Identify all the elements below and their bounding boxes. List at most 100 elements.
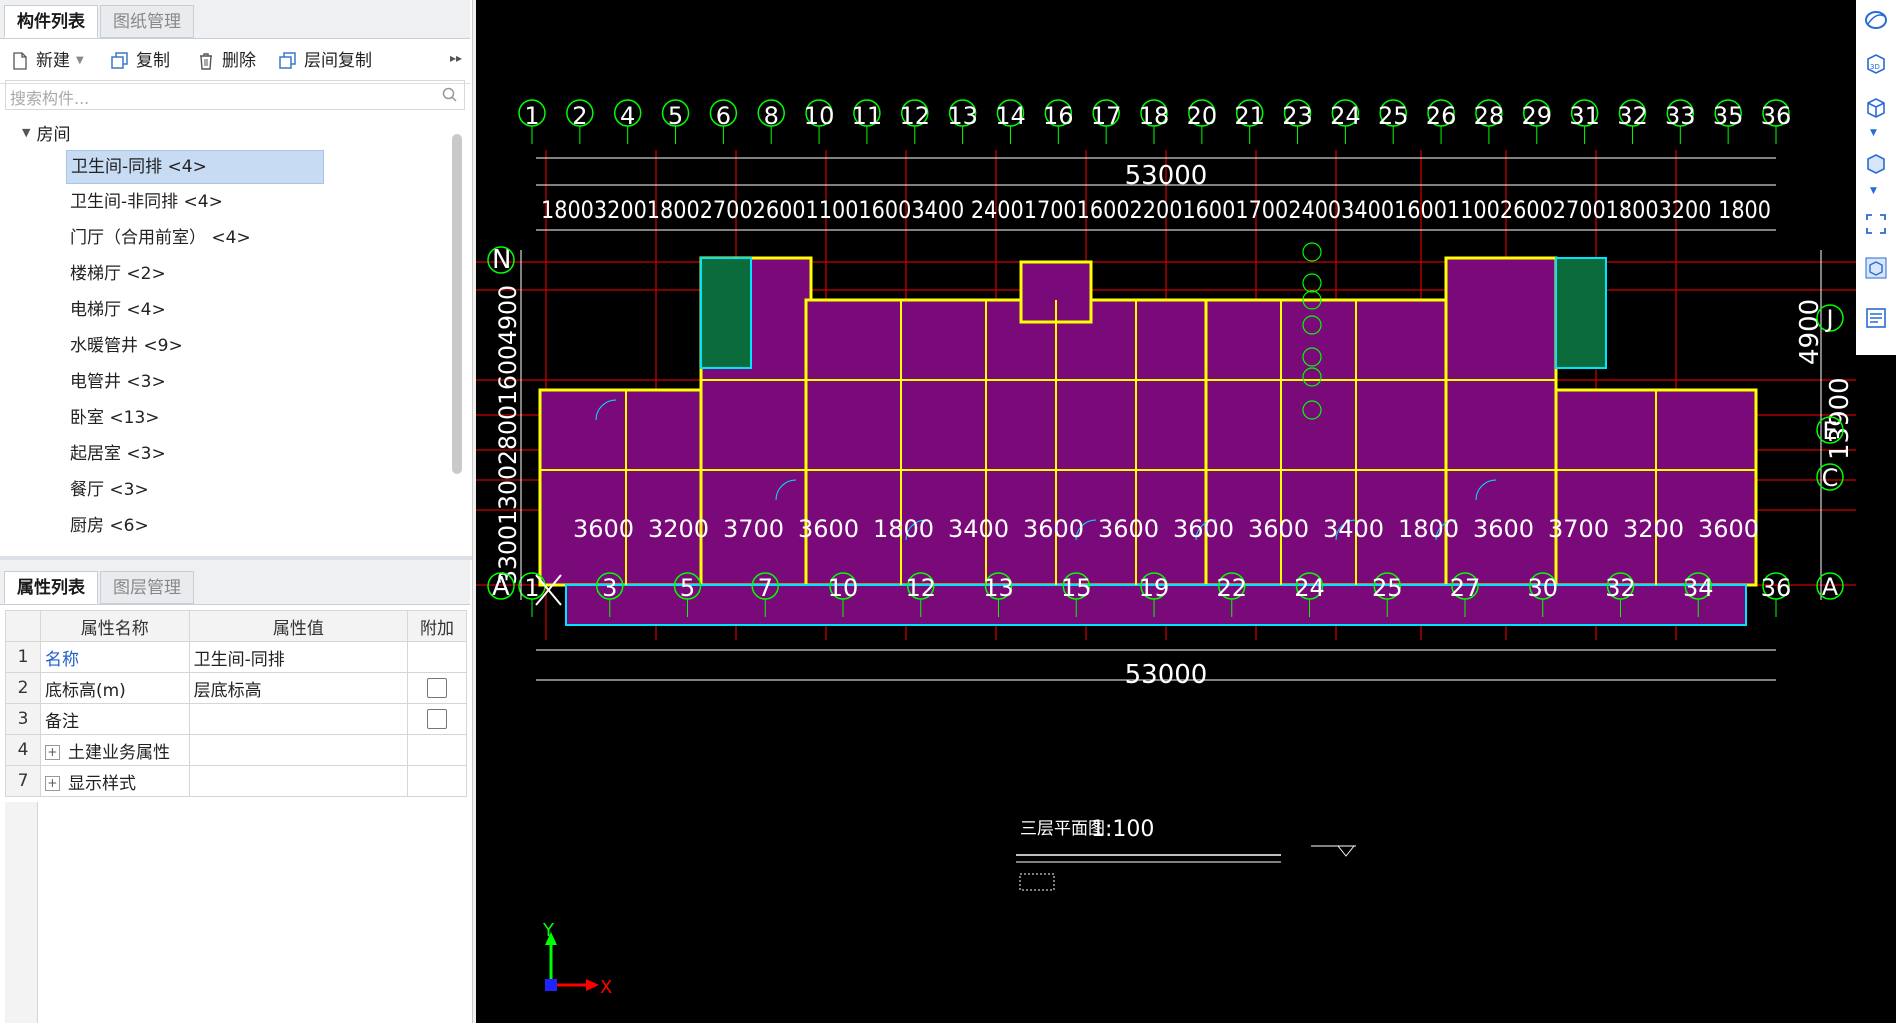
table-row[interactable]: 1 名称 卫生间-同排 (5, 641, 467, 673)
floor-plan-drawing[interactable]: 53000 18003200180027002600110016003400 2… (476, 0, 1856, 1023)
cube-icon[interactable] (1864, 96, 1888, 120)
top-axis-label: 31 (1569, 102, 1600, 130)
bottom-axis-label: 25 (1372, 574, 1403, 602)
bottom-axis-label: 5 (680, 574, 695, 602)
row-name: 显示样式 (67, 773, 136, 794)
top-dimensions: 53000 18003200180027002600110016003400 2… (536, 157, 1776, 231)
view-toolbar-panel: 3D ▼ ▼ (1856, 0, 1896, 355)
property-value-header: 属性值 (188, 610, 409, 642)
bottom-axis-label: 36 (1761, 574, 1792, 602)
right-axis-label: J (1824, 305, 1833, 333)
fullscreen-icon[interactable] (1864, 212, 1888, 236)
bottom-dimension-label: 3200 (1623, 515, 1684, 543)
drawing-canvas[interactable]: 53000 18003200180027002600110016003400 2… (476, 0, 1856, 1023)
top-axis-label: 11 (852, 102, 883, 130)
component-tabs: 构件列表 图纸管理 (0, 0, 470, 39)
row-extra (407, 765, 467, 797)
tree-item-foyer[interactable]: 门厅（合用前室） <4> (66, 222, 255, 254)
bottom-axis-label: 10 (828, 574, 859, 602)
top-axis-label: 28 (1474, 102, 1505, 130)
ucs-icon: Y X (542, 920, 612, 998)
row-index: 4 (5, 734, 41, 766)
expand-plus-icon[interactable]: + (44, 745, 60, 760)
top-axis-label: 25 (1378, 102, 1409, 130)
toolbar-overflow-icon[interactable]: ▸▸ (450, 51, 462, 65)
bottom-dimension-label: 1800 (873, 515, 934, 543)
search-input[interactable]: 搜索构件... (5, 80, 465, 110)
tree-root-room[interactable]: ▼ 房间 (22, 120, 70, 145)
cube-blue-icon[interactable] (1864, 152, 1888, 176)
bottom-dimension-label: 3200 (648, 515, 709, 543)
top-axis-label: 13 (947, 102, 978, 130)
table-row[interactable]: 3 备注 (5, 703, 467, 735)
table-row[interactable]: 2 底标高(m) 层底标高 (5, 672, 467, 704)
3d-view-icon[interactable]: 3D (1864, 52, 1888, 76)
row-name: 土建业务属性 (67, 742, 170, 763)
bottom-dimension-label: 3700 (1548, 515, 1609, 543)
tree-item-stair-hall[interactable]: 楼梯厅 <2> (66, 258, 170, 290)
row-value[interactable]: 卫生间-同排 (188, 641, 409, 673)
expand-plus-icon[interactable]: + (44, 776, 60, 791)
bottom-axis-label: 34 (1683, 574, 1714, 602)
table-row[interactable]: 4 + 土建业务属性 (5, 734, 467, 766)
tab-layer-management[interactable]: 图层管理 (100, 571, 194, 604)
tab-property-list[interactable]: 属性列表 (4, 571, 98, 604)
row-value[interactable]: 层底标高 (188, 672, 409, 704)
row-index-gutter (5, 802, 38, 1023)
properties-table: 属性名称 属性值 附加 1 名称 卫生间-同排 2 底标高(m) 层底标高 3 … (5, 610, 467, 797)
row-index: 1 (5, 641, 41, 673)
floor-copy-button[interactable]: 层间复制 (278, 47, 372, 75)
row-value[interactable] (188, 703, 409, 735)
extra-header: 附加 (407, 610, 467, 642)
properties-tabs: 属性列表 图层管理 (0, 560, 470, 605)
tree-item-kitchen[interactable]: 厨房 <6> (66, 510, 153, 542)
bottom-axis-label: 19 (1139, 574, 1170, 602)
tree-item-electric-shaft[interactable]: 电管井 <3> (66, 366, 170, 398)
bottom-axis-label: 12 (905, 574, 936, 602)
tree-item-bathroom-diff[interactable]: 卫生间-非同排 <4> (66, 186, 227, 218)
bottom-dimension-label: 3600 (798, 515, 859, 543)
property-sheet-icon[interactable] (1864, 306, 1888, 330)
tree-item-dining-room[interactable]: 餐厅 <3> (66, 474, 153, 506)
property-name-header: 属性名称 (39, 610, 190, 642)
bottom-dimension-label: 3600 (1173, 515, 1234, 543)
new-button[interactable]: 新建 ▼ (10, 47, 84, 75)
tree-item-plumbing-shaft[interactable]: 水暖管井 <9> (66, 330, 187, 362)
tree-item-bathroom-same[interactable]: 卫生间-同排 <4> (66, 150, 324, 184)
properties-panel: 属性列表 图层管理 属性名称 属性值 附加 1 名称 卫生间-同排 2 底标高(… (0, 560, 470, 1023)
tree-scrollbar[interactable] (452, 134, 462, 474)
row-extra (407, 734, 467, 766)
extra-checkbox[interactable] (427, 709, 448, 729)
tab-component-list[interactable]: 构件列表 (4, 5, 98, 38)
chevron-down-icon[interactable]: ▼ (76, 47, 84, 75)
top-axis-label: 8 (764, 102, 779, 130)
row-extra (407, 703, 467, 735)
tab-drawing-management[interactable]: 图纸管理 (100, 5, 194, 38)
top-axis-label: 35 (1713, 102, 1744, 130)
component-list-panel: 构件列表 图纸管理 新建 ▼ 复制 删除 层间复制 ▸▸ 搜索构件... ▼ 房… (0, 0, 470, 556)
bottom-dimension-label: 3600 (1248, 515, 1309, 543)
copy-button[interactable]: 复制 (110, 47, 170, 75)
delete-label: 删除 (222, 51, 256, 71)
row-index: 2 (5, 672, 41, 704)
chevron-down-icon[interactable]: ▼ (1870, 128, 1877, 138)
top-axis-label: 29 (1521, 102, 1552, 130)
expand-arrow-icon[interactable]: ▼ (22, 126, 30, 139)
bottom-dimension-label: 1800 (1398, 515, 1459, 543)
layer-cube-icon[interactable] (1864, 256, 1888, 280)
row-value (188, 765, 409, 797)
top-axis-label: 5 (668, 102, 683, 130)
delete-button[interactable]: 删除 (196, 47, 256, 75)
extra-checkbox[interactable] (427, 678, 448, 698)
right-axis-label: C (1822, 464, 1839, 492)
tree-item-elevator-hall[interactable]: 电梯厅 <4> (66, 294, 170, 326)
tree-item-living-room[interactable]: 起居室 <3> (66, 438, 170, 470)
bottom-dimension-label: 3600 (1473, 515, 1534, 543)
new-label: 新建 (36, 51, 70, 71)
chevron-down-icon[interactable]: ▼ (1870, 186, 1877, 196)
orbit-icon[interactable] (1864, 8, 1888, 32)
component-tree: ▼ 房间 卫生间-同排 <4> 卫生间-非同排 <4> 门厅（合用前室） <4>… (0, 116, 450, 546)
top-axis-label: 17 (1091, 102, 1122, 130)
table-row[interactable]: 7 + 显示样式 (5, 765, 467, 797)
tree-item-bedroom[interactable]: 卧室 <13> (66, 402, 164, 434)
